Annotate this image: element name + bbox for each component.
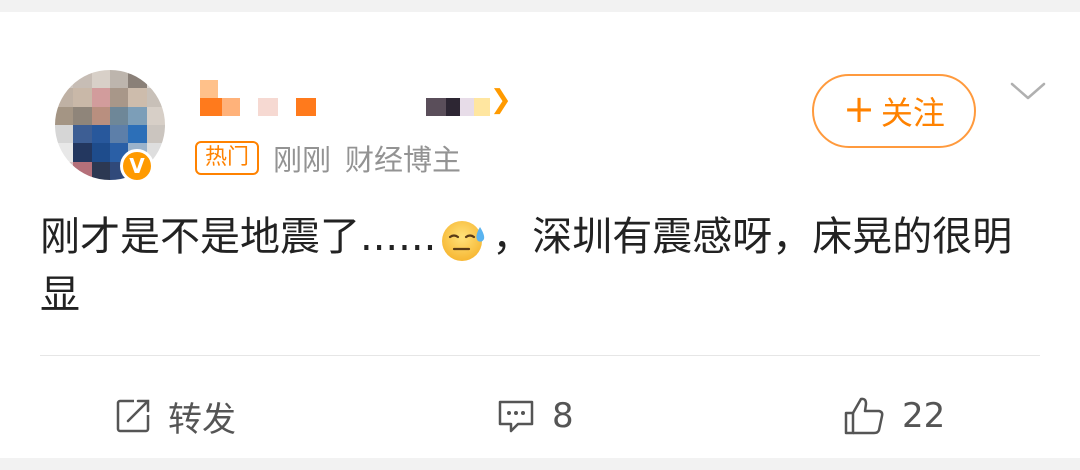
- author-tag: 财经博主: [345, 143, 462, 177]
- repost-icon: [114, 397, 152, 435]
- post-meta: 热门 刚刚 财经博主: [195, 138, 461, 178]
- sweat-emoji-icon: [438, 213, 490, 265]
- author-name-blurred[interactable]: ❯: [200, 80, 530, 120]
- chevron-right-icon: ❯: [490, 85, 512, 115]
- comment-icon: [496, 397, 536, 435]
- post-content: 刚才是不是地震了...... ，深圳有震感呀，床晃的很明显: [40, 208, 1040, 324]
- comment-count: 8: [552, 396, 574, 436]
- more-options-chevron-down-icon[interactable]: [1008, 72, 1048, 112]
- follow-label: 关注: [880, 94, 945, 132]
- comment-button[interactable]: 8: [496, 374, 574, 458]
- repost-button[interactable]: 转发: [114, 374, 236, 458]
- verified-badge-icon: V: [120, 149, 154, 183]
- content-text-part1: 刚才是不是地震了......: [40, 214, 437, 260]
- post-time: 刚刚: [273, 143, 332, 177]
- action-bar: 转发 8 22: [0, 374, 1080, 458]
- divider: [40, 355, 1040, 356]
- like-button[interactable]: 22: [842, 374, 945, 458]
- thumbs-up-icon: [842, 395, 886, 437]
- repost-label: 转发: [168, 399, 236, 440]
- like-count: 22: [902, 396, 946, 436]
- weibo-post-card: V ❯ 热门 刚刚 财经博主 + 关注 刚才是不是地震了...... ，深圳有震…: [0, 12, 1080, 458]
- follow-button[interactable]: + 关注: [812, 74, 976, 148]
- plus-icon: +: [843, 87, 875, 131]
- hot-badge: 热门: [195, 141, 260, 175]
